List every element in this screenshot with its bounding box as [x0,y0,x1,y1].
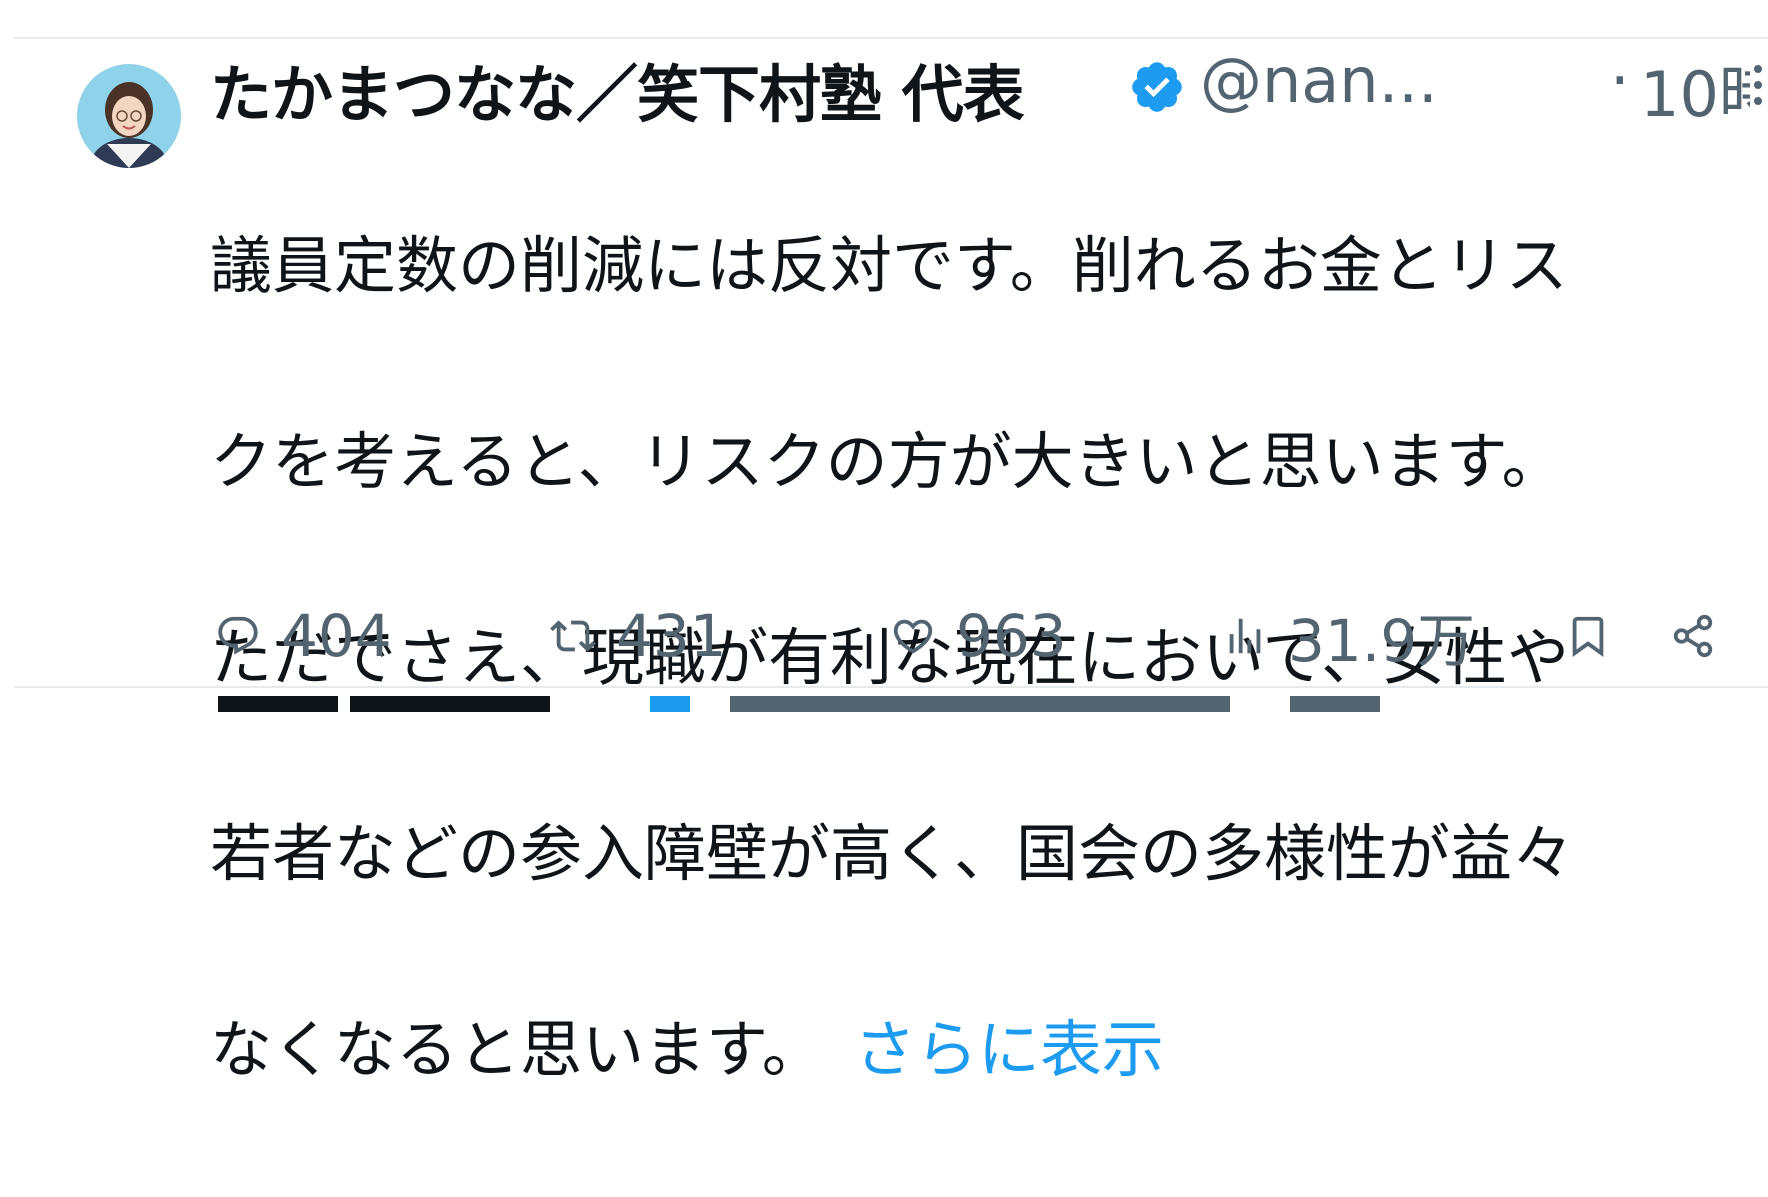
separator-dot: · [1610,44,1630,117]
next-tweet-name-fragment [350,696,550,712]
tweet-time[interactable]: 10時間 [1640,44,1750,128]
bookmark-button[interactable] [1565,596,1631,676]
avatar[interactable] [77,64,181,168]
more-vertical-icon[interactable] [1748,63,1768,107]
retweet-icon [550,620,596,652]
next-tweet-name-fragment [218,696,338,712]
reply-icon [218,616,258,655]
tweet-text-line: なくなると思います。 [210,1013,824,1086]
next-tweet-verified-fragment [650,696,690,712]
next-tweet-handle-fragment [730,696,1230,712]
reply-count: 404 [281,602,392,670]
action-bar: 404 431 963 31.9万 [210,596,1730,676]
views-button[interactable]: 31.9万 [1222,596,1475,676]
share-icon [1673,614,1713,658]
like-button[interactable]: 963 [890,596,1067,676]
heart-icon [893,619,933,654]
like-count: 963 [956,602,1067,670]
next-tweet-time-fragment [1290,696,1380,712]
author-name[interactable]: たかまつなな／笑下村塾 代表 [210,44,1025,128]
verified-badge-icon[interactable] [1128,58,1186,116]
reply-button[interactable]: 404 [215,596,392,676]
tweet-header: たかまつなな／笑下村塾 代表 @nan... · 10時間 [210,42,1750,128]
bottom-divider [14,686,1768,688]
retweet-count: 431 [616,602,727,670]
share-button[interactable] [1670,596,1736,676]
tweet-text-last-line: なくなると思います。 さらに表示 [210,1001,1710,1099]
tweet-text-line: クを考えると、リスクの方が大きいと思います。 [210,425,1564,498]
show-more-link[interactable]: さらに表示 [854,1013,1164,1086]
views-icon [1229,618,1261,654]
tweet-text-line: 若者などの参入障壁が高く、国会の多様性が益々 [210,817,1575,890]
next-tweet-preview[interactable] [210,692,1410,712]
bookmark-icon [1572,616,1604,657]
tweet-text-line: 議員定数の削減には反対です。削れるお金とリス [210,229,1568,302]
author-handle[interactable]: @nan... [1200,44,1438,117]
retweet-button[interactable]: 431 [550,596,727,676]
tweet[interactable]: たかまつなな／笑下村塾 代表 @nan... · 10時間 議員定数の削減には反… [0,39,1768,1086]
views-count: 31.9万 [1288,607,1476,675]
